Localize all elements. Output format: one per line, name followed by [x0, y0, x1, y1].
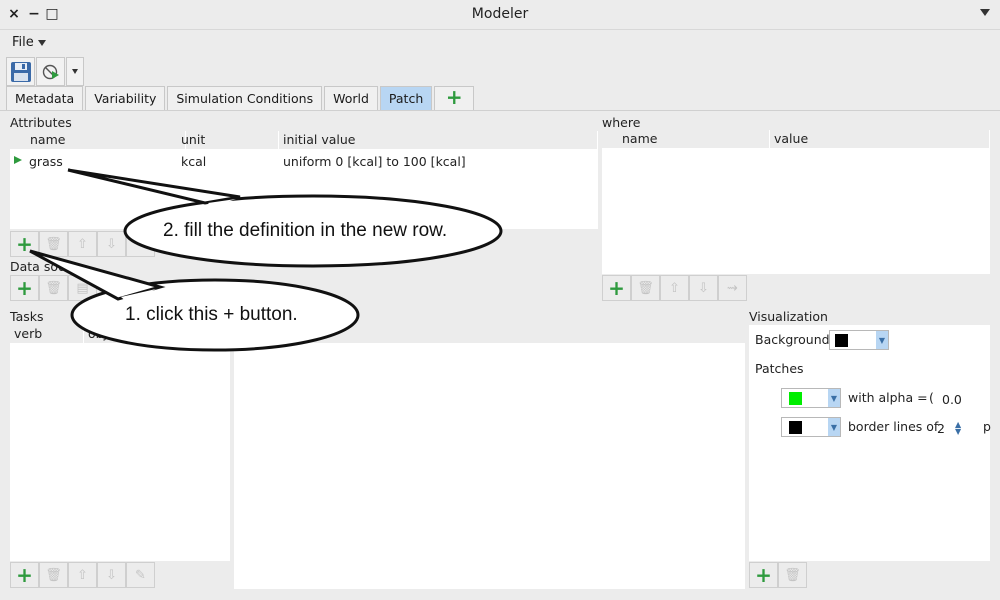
tutorial-callouts-overlay [29, 168, 503, 352]
callout-step1-text: 1. click this + button. [125, 304, 298, 325]
callout-step2-text: 2. fill the definition in the new row. [163, 220, 448, 241]
callout-step2-bubble [67, 168, 503, 268]
